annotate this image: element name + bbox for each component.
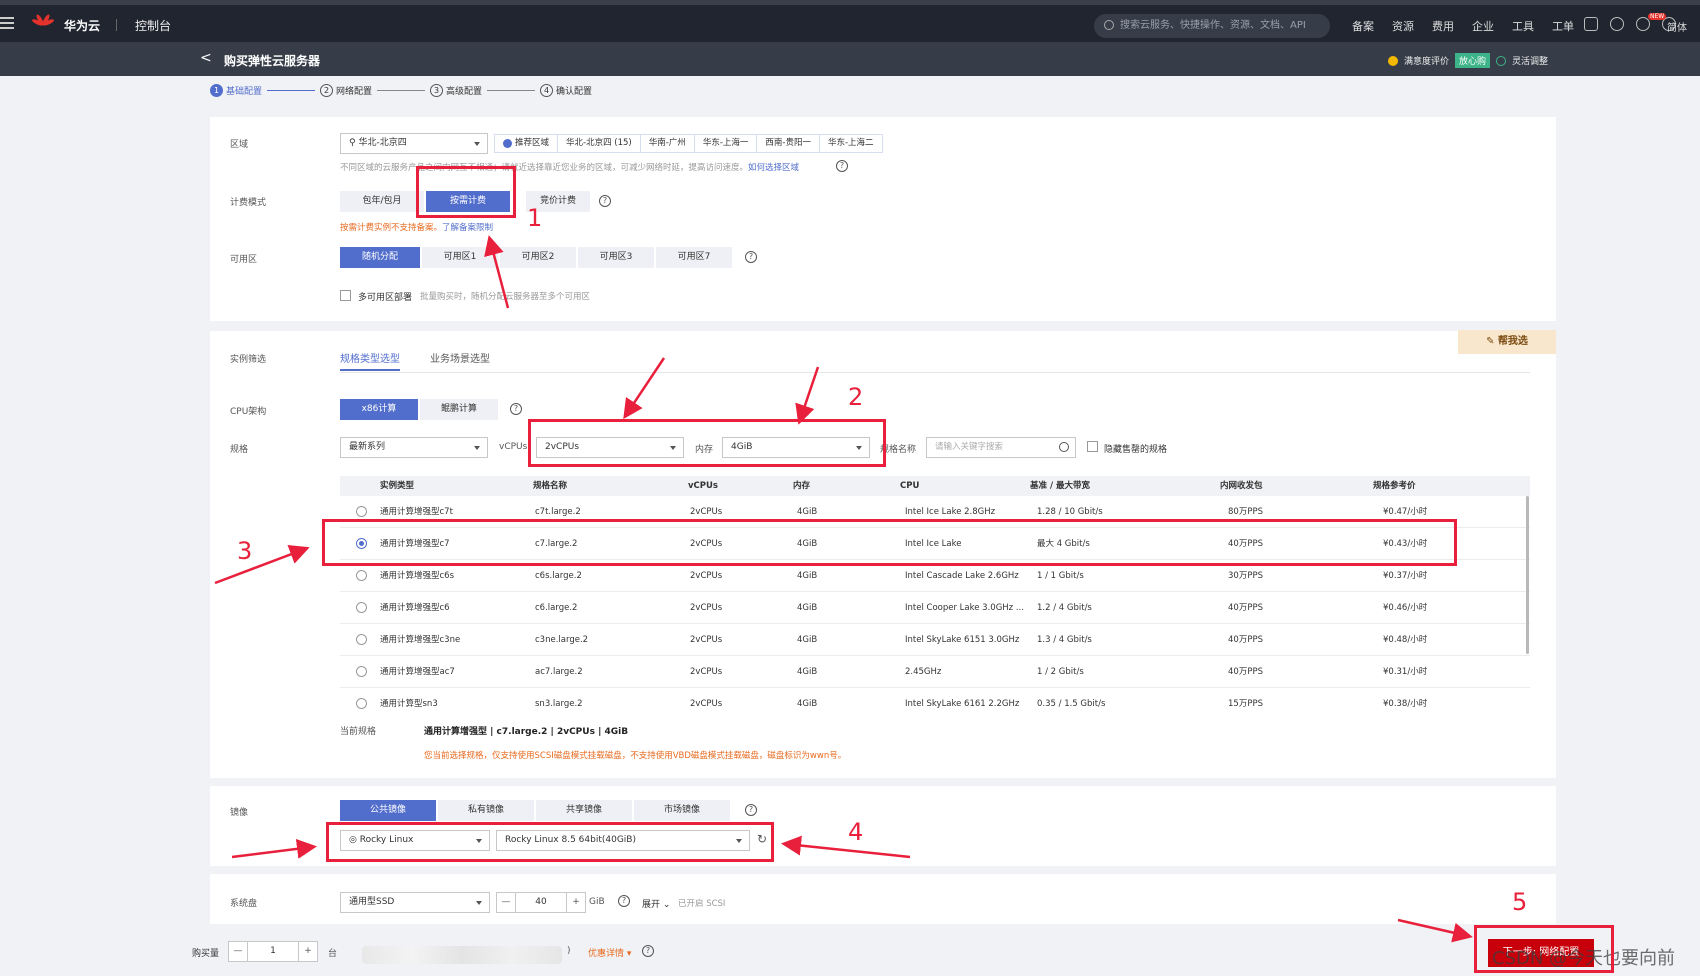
annotation-arrow-4a — [231, 838, 317, 859]
annotation-arrow-3 — [214, 544, 310, 585]
annotation-arrow-2a — [623, 357, 666, 420]
annotation-arrow-4b — [781, 835, 911, 859]
annotation-arrow-1 — [484, 235, 510, 309]
annotation-arrow-5 — [1397, 918, 1473, 943]
annotation-arrows — [214, 235, 1473, 943]
annotation-arrow-2b — [795, 366, 820, 425]
